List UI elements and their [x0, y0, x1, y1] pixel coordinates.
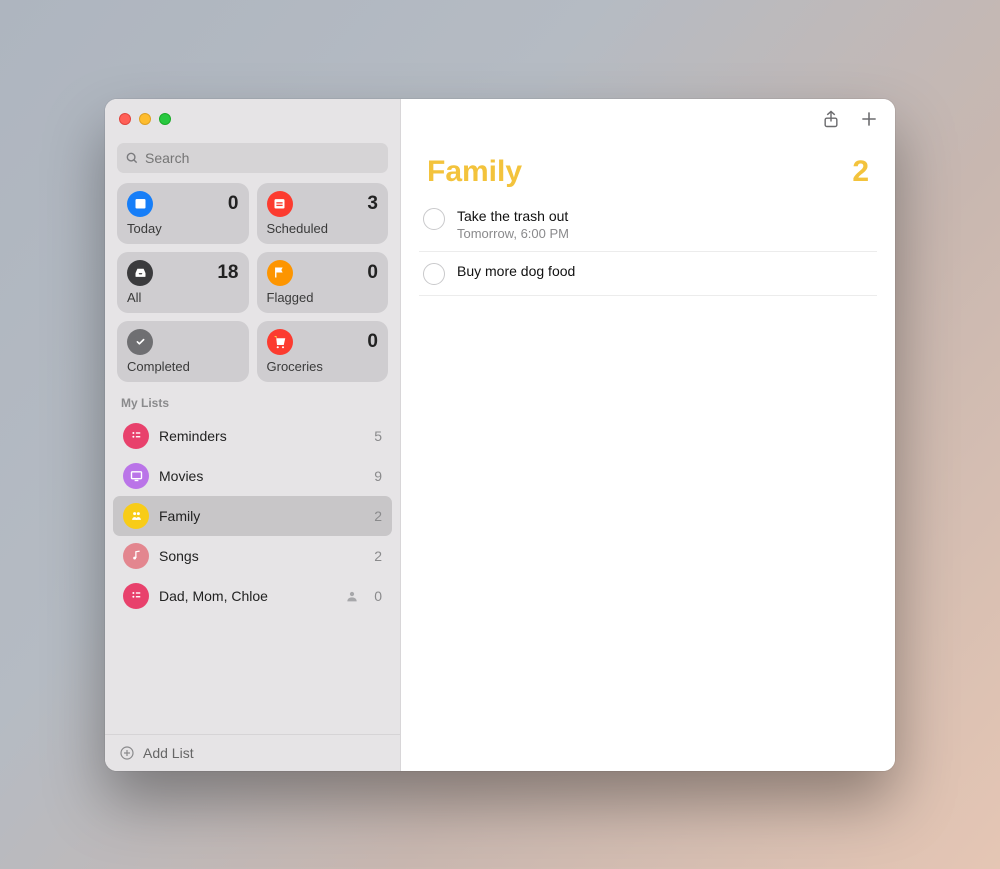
add-list-button[interactable]: Add List — [105, 734, 400, 771]
reminder-subtitle: Tomorrow, 6:00 PM — [457, 226, 873, 241]
reminders-window: 20 0 Today 3 Scheduled 18 All 0 Flagged … — [105, 99, 895, 771]
zoom-icon[interactable] — [159, 113, 171, 125]
list-item-count: 5 — [374, 428, 382, 444]
plus-icon — [859, 109, 879, 129]
smartlist-flagged[interactable]: 0 Flagged — [257, 252, 389, 313]
smartlist-scheduled[interactable]: 3 Scheduled — [257, 183, 389, 244]
smartlist-label: Today — [127, 221, 239, 236]
list-item-label: Movies — [159, 468, 364, 484]
main-toolbar — [401, 99, 895, 139]
smartlist-label: Scheduled — [267, 221, 379, 236]
reminder-title: Take the trash out — [457, 207, 873, 226]
minimize-icon[interactable] — [139, 113, 151, 125]
list-header: Family 2 — [401, 139, 895, 197]
check-icon — [127, 329, 153, 355]
smartlist-label: Flagged — [267, 290, 379, 305]
reminder-row[interactable]: Take the trash out Tomorrow, 6:00 PM — [419, 201, 877, 253]
screen-icon — [123, 463, 149, 489]
calendar-icon: 20 — [127, 191, 153, 217]
reminder-body: Take the trash out Tomorrow, 6:00 PM — [457, 207, 873, 242]
list-item-label: Reminders — [159, 428, 364, 444]
list-title: Family — [427, 155, 522, 189]
plus-circle-icon — [119, 745, 135, 761]
list-item-songs[interactable]: Songs 2 — [113, 536, 392, 576]
smartlist-count: 0 — [367, 331, 378, 353]
music-icon — [123, 543, 149, 569]
titlebar — [105, 99, 400, 139]
list-item-label: Songs — [159, 548, 364, 564]
reminder-row[interactable]: Buy more dog food — [419, 252, 877, 296]
reminders-list: Take the trash out Tomorrow, 6:00 PM Buy… — [401, 197, 895, 297]
list-item-family[interactable]: Family 2 — [113, 496, 392, 536]
flag-icon — [267, 260, 293, 286]
bullet-icon — [123, 583, 149, 609]
smart-lists: 20 0 Today 3 Scheduled 18 All 0 Flagged … — [105, 183, 400, 382]
list-count: 2 — [852, 155, 869, 189]
complete-toggle[interactable] — [423, 208, 445, 230]
new-reminder-button[interactable] — [859, 109, 879, 129]
smartlist-completed[interactable]: Completed — [117, 321, 249, 382]
smartlist-label: All — [127, 290, 239, 305]
shared-icon — [344, 588, 360, 604]
people-icon — [123, 503, 149, 529]
window-controls — [119, 113, 171, 125]
list-item-count: 2 — [374, 508, 382, 524]
search-input[interactable] — [145, 150, 380, 166]
smartlist-count: 3 — [367, 193, 378, 215]
list-item-count: 0 — [374, 588, 382, 604]
list-item-label: Dad, Mom, Chloe — [159, 588, 334, 604]
list-item-reminders[interactable]: Reminders 5 — [113, 416, 392, 456]
my-lists: Reminders 5 Movies 9 Family 2 Songs 2 Da… — [105, 416, 400, 734]
my-lists-heading: My Lists — [105, 382, 400, 416]
smartlist-count: 18 — [217, 262, 238, 284]
share-icon — [821, 109, 841, 129]
sidebar: 20 0 Today 3 Scheduled 18 All 0 Flagged … — [105, 99, 401, 771]
reminder-body: Buy more dog food — [457, 262, 873, 285]
smartlist-today[interactable]: 20 0 Today — [117, 183, 249, 244]
main-panel: Family 2 Take the trash out Tomorrow, 6:… — [401, 99, 895, 771]
list-item-movies[interactable]: Movies 9 — [113, 456, 392, 496]
share-button[interactable] — [821, 109, 841, 129]
smartlist-count: 0 — [367, 262, 378, 284]
reminder-title: Buy more dog food — [457, 262, 873, 281]
smartlist-all[interactable]: 18 All — [117, 252, 249, 313]
smartlist-count: 0 — [228, 193, 239, 215]
svg-text:20: 20 — [137, 203, 143, 209]
complete-toggle[interactable] — [423, 263, 445, 285]
smartlist-label: Groceries — [267, 359, 379, 374]
bullet-icon — [123, 423, 149, 449]
search-icon — [125, 151, 139, 165]
list-item-count: 2 — [374, 548, 382, 564]
calendar-lines-icon — [267, 191, 293, 217]
cart-icon — [267, 329, 293, 355]
close-icon[interactable] — [119, 113, 131, 125]
list-item-label: Family — [159, 508, 364, 524]
tray-icon — [127, 260, 153, 286]
search-field[interactable] — [117, 143, 388, 173]
add-list-label: Add List — [143, 745, 194, 761]
smartlist-groceries[interactable]: 0 Groceries — [257, 321, 389, 382]
smartlist-label: Completed — [127, 359, 239, 374]
list-item-count: 9 — [374, 468, 382, 484]
list-item-dadmom[interactable]: Dad, Mom, Chloe 0 — [113, 576, 392, 616]
